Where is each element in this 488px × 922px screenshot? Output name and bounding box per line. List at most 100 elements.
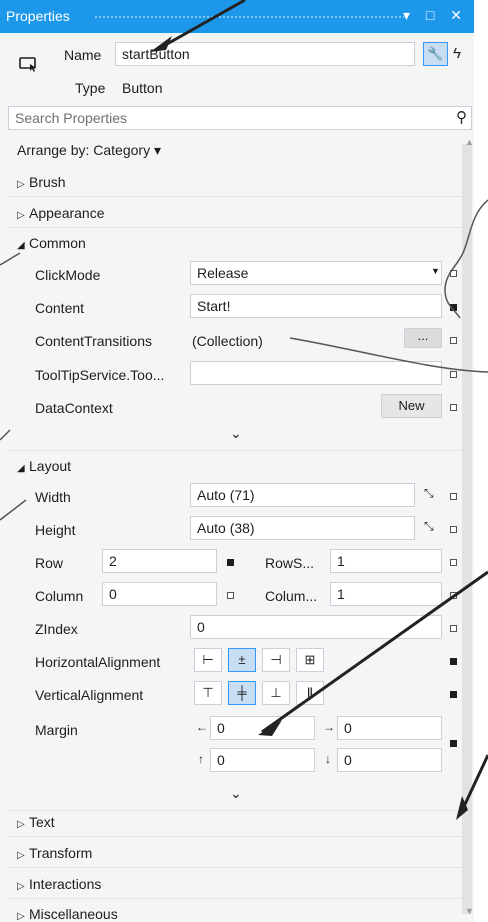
expand-triangle-icon: ▷ <box>17 881 25 892</box>
category-label: Transform <box>29 845 93 861</box>
name-input[interactable]: startButton <box>115 42 415 66</box>
margin-left-input[interactable]: 0 <box>210 716 315 740</box>
category-text[interactable]: ▷ Text <box>17 814 55 830</box>
window-controls[interactable]: ▾ □ ✕ <box>403 7 468 24</box>
expand-advanced-icon[interactable]: ⌄ <box>230 785 242 802</box>
property-marker-set[interactable] <box>450 740 457 747</box>
category-label: Appearance <box>29 205 105 221</box>
lightning-icon: ϟ <box>453 45 461 62</box>
scrollbar-track[interactable] <box>462 144 472 914</box>
property-marker[interactable] <box>450 625 457 632</box>
align-stretch-icon: ⊞ <box>304 652 316 667</box>
align-center-button[interactable]: ± <box>228 648 256 672</box>
properties-wrench-button[interactable]: 🔧 <box>423 42 448 66</box>
category-interactions[interactable]: ▷ Interactions <box>17 876 101 892</box>
property-marker-set[interactable] <box>450 304 457 311</box>
align-top-icon: ⊤ <box>202 685 214 700</box>
arrow-up-icon: ↑ <box>198 752 204 766</box>
align-left-button[interactable]: ⊢ <box>194 648 222 672</box>
row-label: Row <box>35 555 64 571</box>
property-marker-set[interactable] <box>450 658 457 665</box>
type-label: Type <box>75 80 106 96</box>
category-label: Text <box>29 814 55 830</box>
scroll-down-icon[interactable]: ▼ <box>465 906 474 916</box>
align-vstretch-button[interactable]: Ⅱ <box>296 681 324 705</box>
divider <box>8 810 464 811</box>
property-marker-set[interactable] <box>227 559 234 566</box>
rowspan-label: RowS... <box>265 555 315 571</box>
expand-triangle-icon: ▷ <box>17 819 25 830</box>
divider <box>8 836 464 837</box>
clickmode-select[interactable]: Release <box>190 261 442 285</box>
arrange-by-dropdown[interactable]: Arrange by: Category ▾ <box>17 142 161 159</box>
align-bottom-button[interactable]: ⊥ <box>262 681 290 705</box>
category-common[interactable]: ◢ Common <box>17 235 86 251</box>
tooltip-input[interactable] <box>190 361 442 385</box>
expand-size-icon[interactable]: ⤡ <box>424 486 434 501</box>
zindex-label: ZIndex <box>35 621 78 637</box>
expand-size-icon[interactable]: ⤡ <box>424 519 434 534</box>
drag-grip[interactable] <box>94 15 404 20</box>
category-brush[interactable]: ▷ Brush <box>17 174 66 190</box>
expand-advanced-icon[interactable]: ⌄ <box>230 425 242 442</box>
search-properties-input[interactable]: Search Properties <box>8 106 472 130</box>
property-marker[interactable] <box>227 592 234 599</box>
align-top-button[interactable]: ⊤ <box>194 681 222 705</box>
align-right-button[interactable]: ⊣ <box>262 648 290 672</box>
type-value: Button <box>122 80 163 96</box>
divider <box>8 867 464 868</box>
collection-edit-button[interactable]: ... <box>404 328 442 348</box>
events-lightning-button[interactable]: ϟ <box>453 45 461 62</box>
collapse-triangle-icon: ◢ <box>17 240 25 251</box>
content-input[interactable]: Start! <box>190 294 442 318</box>
property-marker-set[interactable] <box>450 691 457 698</box>
align-vcenter-icon: ╪ <box>237 685 247 700</box>
category-layout[interactable]: ◢ Layout <box>17 458 71 474</box>
margin-bottom-input[interactable]: 0 <box>337 748 442 772</box>
datacontext-label: DataContext <box>35 400 113 416</box>
height-label: Height <box>35 522 76 538</box>
height-input[interactable]: Auto (38) <box>190 516 415 540</box>
scroll-up-icon[interactable]: ▲ <box>465 137 474 147</box>
property-marker[interactable] <box>450 371 457 378</box>
contenttransitions-label: ContentTransitions <box>35 333 152 349</box>
column-input[interactable]: 0 <box>102 582 217 606</box>
margin-top-input[interactable]: 0 <box>210 748 315 772</box>
arrow-left-icon: ← <box>196 720 208 734</box>
datacontext-new-button[interactable]: New <box>381 394 442 418</box>
expand-triangle-icon: ▷ <box>17 179 25 190</box>
align-left-icon: ⊢ <box>202 652 214 667</box>
property-marker[interactable] <box>450 270 457 277</box>
expand-triangle-icon: ▷ <box>17 911 25 922</box>
property-marker[interactable] <box>450 559 457 566</box>
property-marker[interactable] <box>450 526 457 533</box>
property-marker[interactable] <box>450 404 457 411</box>
property-marker[interactable] <box>450 592 457 599</box>
align-vstretch-icon: Ⅱ <box>306 685 314 700</box>
search-icon: ⚲ <box>456 109 467 126</box>
chevron-down-icon: ▼ <box>431 266 440 276</box>
tooltip-label: ToolTipService.Too... <box>35 367 165 383</box>
columnspan-input[interactable]: 1 <box>330 582 442 606</box>
content-label: Content <box>35 300 85 316</box>
category-transform[interactable]: ▷ Transform <box>17 845 92 861</box>
margin-right-input[interactable]: 0 <box>337 716 442 740</box>
wrench-icon: 🔧 <box>427 46 444 61</box>
properties-titlebar: Properties ▾ □ ✕ <box>0 0 474 33</box>
collapse-triangle-icon: ◢ <box>17 463 25 474</box>
align-vcenter-button[interactable]: ╪ <box>228 681 256 705</box>
width-input[interactable]: Auto (71) <box>190 483 415 507</box>
divider <box>8 227 464 228</box>
valign-label: VerticalAlignment <box>35 687 144 703</box>
property-marker[interactable] <box>450 337 457 344</box>
align-stretch-button[interactable]: ⊞ <box>296 648 324 672</box>
expand-triangle-icon: ▷ <box>17 210 25 221</box>
rowspan-input[interactable]: 1 <box>330 549 442 573</box>
columnspan-label: Colum... <box>265 588 318 604</box>
category-appearance[interactable]: ▷ Appearance <box>17 205 105 221</box>
row-input[interactable]: 2 <box>102 549 217 573</box>
zindex-input[interactable]: 0 <box>190 615 442 639</box>
align-right-icon: ⊣ <box>270 652 282 667</box>
category-miscellaneous[interactable]: ▷ Miscellaneous <box>17 906 118 922</box>
property-marker[interactable] <box>450 493 457 500</box>
